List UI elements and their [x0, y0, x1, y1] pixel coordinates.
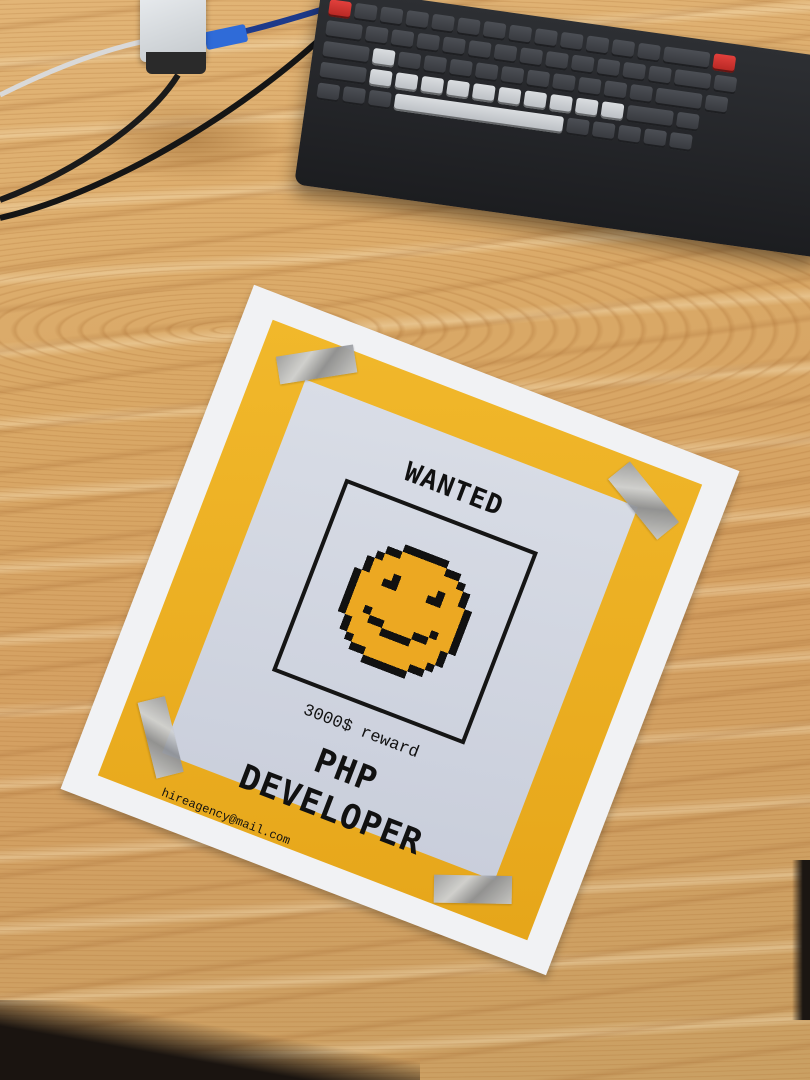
edge-shadow: [792, 860, 810, 1020]
tape-icon: [433, 874, 513, 905]
wanted-poster: WANTED 3000$ reward PHP DEVELOPER hireag…: [60, 284, 740, 976]
floor-shadow: [0, 1000, 420, 1080]
usb-hub-port-icon: [146, 52, 206, 74]
pixel-smiley-icon: [337, 544, 473, 679]
wooden-desk: WANTED 3000$ reward PHP DEVELOPER hireag…: [0, 0, 810, 1080]
